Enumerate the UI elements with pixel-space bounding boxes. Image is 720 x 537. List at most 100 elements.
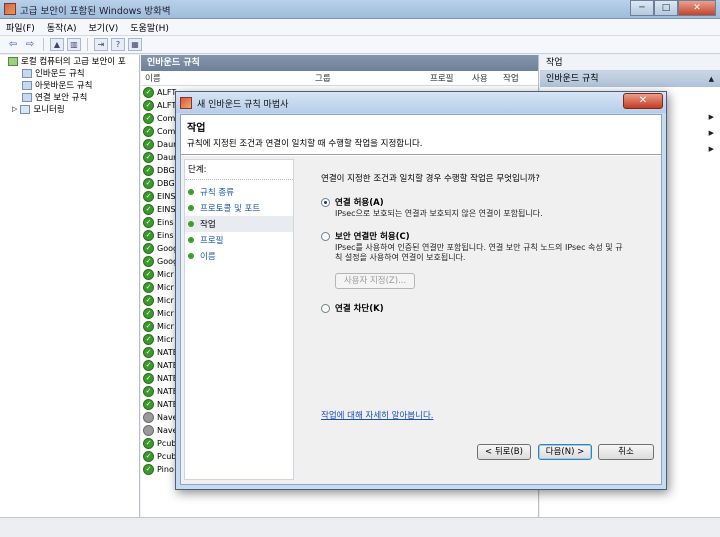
column-header: 이름 그룹 프로필 사용 작업 — [141, 71, 538, 86]
customize-button[interactable]: 사용자 지정(Z)... — [335, 273, 415, 289]
rule-enabled-icon: ✓ — [143, 256, 154, 267]
rule-name: Micr — [157, 309, 174, 318]
forward-arrow-icon[interactable]: ⇨ — [23, 38, 37, 51]
rule-name: Micr — [157, 270, 174, 279]
expand-arrow-icon[interactable]: ▷ — [12, 105, 17, 113]
menu-view[interactable]: 보기(V) — [89, 21, 119, 34]
menu-file[interactable]: 파일(F) — [6, 21, 35, 34]
rule-enabled-icon: ✓ — [143, 113, 154, 124]
dialog-close-button[interactable]: ✕ — [623, 93, 663, 109]
dialog-title-bar: 새 인바운드 규칙 마법사 ✕ — [176, 92, 666, 113]
dialog-subheading: 규칙에 지정된 조건과 연결이 일치할 때 수행할 작업을 지정합니다. — [187, 139, 423, 149]
allow-secure-desc: IPsec를 사용하여 인증된 연결만 포함됩니다. 연결 보안 규칙 노드의 … — [335, 243, 623, 262]
rule-name: Micr — [157, 296, 174, 305]
rule-enabled-icon: ✓ — [143, 399, 154, 410]
col-profile[interactable]: 프로필 — [430, 72, 453, 84]
rule-enabled-icon: ✓ — [143, 230, 154, 241]
rule-name: DBG — [157, 179, 175, 188]
allow-connection-radio[interactable]: 연결 허용(A) — [321, 196, 384, 208]
rule-name: EINS — [157, 192, 176, 201]
rule-enabled-icon: ✓ — [143, 464, 154, 475]
rule-disabled-icon — [143, 412, 154, 423]
menu-bar: 파일(F) 동작(A) 보기(V) 도움말(H) — [0, 19, 720, 36]
rule-enabled-icon: ✓ — [143, 360, 154, 371]
cancel-button[interactable]: 취소 — [598, 444, 654, 460]
step-dot-icon — [188, 205, 194, 211]
rule-enabled-icon: ✓ — [143, 191, 154, 202]
question-text: 연결이 지정한 조건과 일치할 경우 수행할 작업은 무엇입니까? — [321, 174, 540, 184]
tree-item-outbound[interactable]: 아웃바운드 규칙 — [0, 79, 139, 91]
toolbar: ⇦ ⇨ ▲ ▥ ⇥ ? ▦ — [0, 36, 720, 54]
actions-section[interactable]: 인바운드 규칙 ▲ — [540, 71, 720, 87]
back-arrow-icon[interactable]: ⇦ — [6, 38, 20, 51]
actions-header: 작업 — [540, 55, 720, 71]
properties-icon[interactable]: ▦ — [128, 38, 142, 51]
rule-name: Micr — [157, 322, 174, 331]
back-button[interactable]: < 뒤로(B) — [477, 444, 531, 460]
col-group[interactable]: 그룹 — [315, 72, 331, 84]
rule-enabled-icon: ✓ — [143, 321, 154, 332]
step-action[interactable]: 작업 — [185, 216, 293, 232]
tree-item-root[interactable]: 로컬 컴퓨터의 고급 보안이 포 — [0, 55, 139, 67]
up-folder-icon[interactable]: ▲ — [50, 38, 64, 51]
rule-disabled-icon — [143, 425, 154, 436]
rule-enabled-icon: ✓ — [143, 451, 154, 462]
allow-connection-desc: IPsec으로 보호되는 연결과 보호되지 않은 연결이 포함됩니다. — [335, 209, 543, 218]
menu-help[interactable]: 도움말(H) — [130, 21, 169, 34]
tree-item-connection-security[interactable]: 연결 보안 규칙 — [0, 91, 139, 103]
dialog-heading: 작업 — [187, 123, 206, 134]
dialog-title: 새 인바운드 규칙 마법사 — [197, 100, 289, 110]
minimize-button[interactable]: ─ — [630, 0, 654, 16]
rule-enabled-icon: ✓ — [143, 178, 154, 189]
maximize-button[interactable]: □ — [654, 0, 678, 16]
rule-enabled-icon: ✓ — [143, 334, 154, 345]
inbound-rules-icon — [22, 68, 32, 78]
panel-title: 인바운드 규칙 — [141, 55, 538, 71]
rule-enabled-icon: ✓ — [143, 386, 154, 397]
rule-enabled-icon: ✓ — [143, 295, 154, 306]
submenu-arrow-icon[interactable]: ▶ — [709, 129, 714, 137]
rule-enabled-icon: ✓ — [143, 373, 154, 384]
allow-secure-radio[interactable]: 보안 연결만 허용(C) — [321, 230, 410, 242]
show-hide-tree-icon[interactable]: ▥ — [67, 38, 81, 51]
step-dot-icon — [188, 189, 194, 195]
monitor-icon — [20, 104, 31, 114]
col-enabled[interactable]: 사용 — [472, 72, 488, 84]
connection-security-icon — [22, 92, 32, 102]
steps-header: 단계: — [185, 160, 293, 180]
rule-name: EINS — [157, 205, 176, 214]
collapse-icon[interactable]: ▲ — [709, 71, 714, 87]
step-protocol-port[interactable]: 프로토콜 및 포트 — [185, 200, 293, 216]
rule-enabled-icon: ✓ — [143, 126, 154, 137]
step-name[interactable]: 이름 — [185, 248, 293, 264]
new-inbound-rule-wizard: 새 인바운드 규칙 마법사 ✕ 작업 규칙에 지정된 조건과 연결이 일치할 때… — [175, 91, 667, 490]
learn-more-link[interactable]: 작업에 대해 자세히 알아봅니다. — [321, 409, 433, 421]
menu-action[interactable]: 동작(A) — [47, 21, 77, 34]
rule-name: Com — [157, 127, 176, 136]
close-button[interactable]: ✕ — [678, 0, 716, 16]
rule-enabled-icon: ✓ — [143, 347, 154, 358]
rule-enabled-icon: ✓ — [143, 308, 154, 319]
step-rule-type[interactable]: 규칙 종류 — [185, 184, 293, 200]
rule-enabled-icon: ✓ — [143, 100, 154, 111]
rule-enabled-icon: ✓ — [143, 139, 154, 150]
submenu-arrow-icon[interactable]: ▶ — [709, 113, 714, 121]
block-connection-radio[interactable]: 연결 차단(K) — [321, 302, 384, 314]
rule-name: Eins — [157, 231, 174, 240]
tree-item-inbound[interactable]: 인바운드 규칙 — [0, 67, 139, 79]
help-icon[interactable]: ? — [111, 38, 125, 51]
col-name[interactable]: 이름 — [145, 72, 161, 84]
tree-item-monitoring[interactable]: ▷ 모니터링 — [0, 103, 139, 115]
step-profile[interactable]: 프로필 — [185, 232, 293, 248]
step-dot-icon — [188, 237, 194, 243]
next-button[interactable]: 다음(N) > — [538, 444, 592, 460]
radio-selected-icon — [321, 197, 330, 207]
col-action[interactable]: 작업 — [503, 72, 519, 84]
rule-enabled-icon: ✓ — [143, 217, 154, 228]
rule-name: Pcub — [157, 452, 177, 461]
submenu-arrow-icon[interactable]: ▶ — [709, 145, 714, 153]
export-icon[interactable]: ⇥ — [94, 38, 108, 51]
step-dot-icon — [188, 221, 194, 227]
steps-panel: 단계: 규칙 종류 프로토콜 및 포트 작업 프로필 이름 — [184, 159, 294, 480]
outbound-rules-icon — [22, 80, 32, 90]
